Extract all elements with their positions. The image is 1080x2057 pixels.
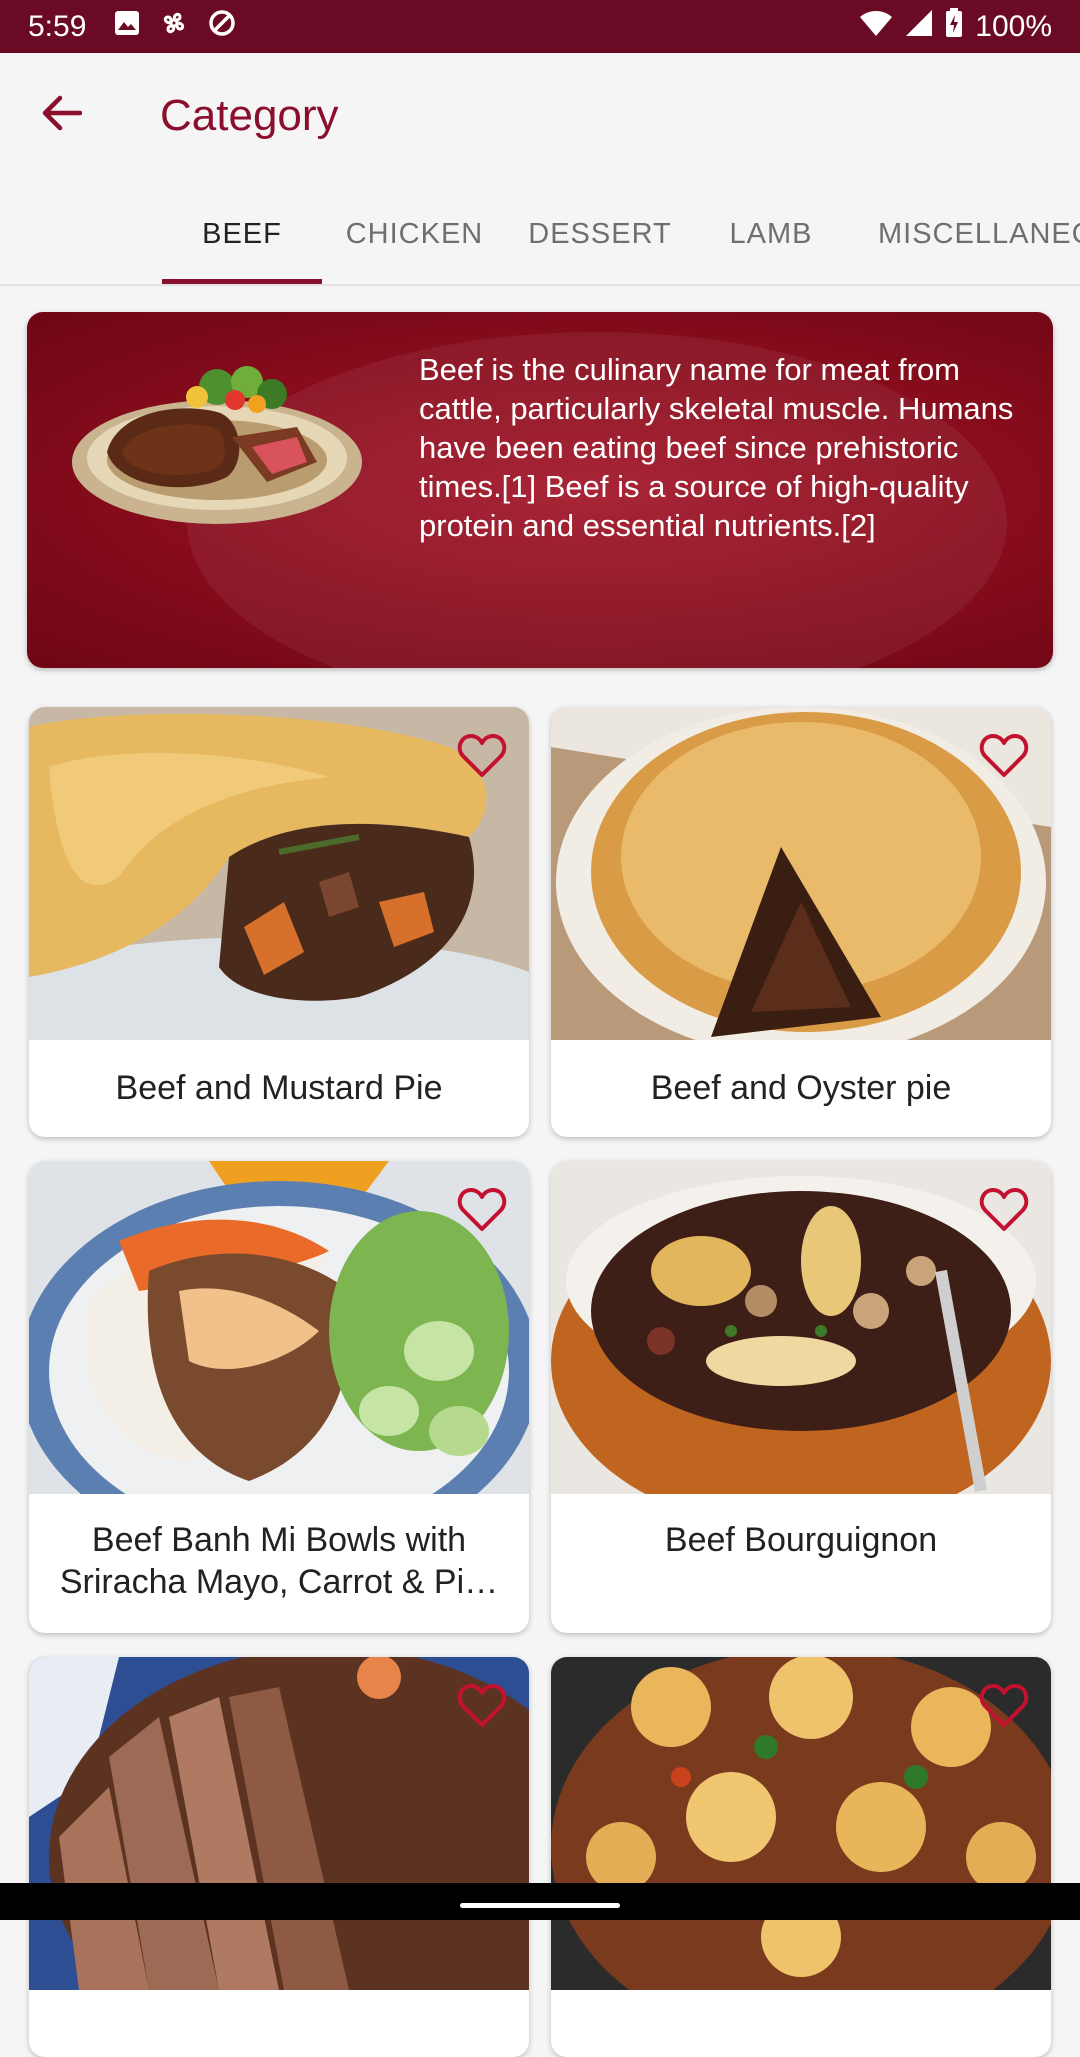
recipe-card[interactable] — [29, 1657, 529, 2057]
category-banner: Beef is the culinary name for meat from … — [27, 312, 1053, 668]
status-bar: 5:59 100% — [0, 0, 1080, 53]
heart-outline-icon[interactable] — [457, 1187, 507, 1233]
tab-chicken[interactable]: CHICKEN — [337, 183, 492, 284]
recipe-name: Beef Bourguignon — [664, 1521, 938, 1559]
pinwheel-icon — [160, 9, 188, 44]
system-nav-bar — [0, 1883, 1080, 1920]
heart-outline-icon[interactable] — [457, 733, 507, 779]
app-bar: Category — [0, 53, 1080, 183]
status-time: 5:59 — [28, 9, 87, 43]
no-sign-icon — [208, 9, 236, 44]
recipe-card[interactable]: Beef and Mustard Pie — [29, 707, 529, 1137]
back-button[interactable] — [30, 81, 94, 145]
recipe-photo — [551, 1161, 1051, 1494]
recipe-name: Beef Banh Mi Bowls with Sriracha Mayo, C… — [59, 1521, 499, 1601]
recipe-card[interactable] — [551, 1657, 1051, 2057]
tab-lamb[interactable]: LAMB — [700, 183, 842, 284]
heart-outline-icon[interactable] — [979, 1187, 1029, 1233]
battery-percent: 100% — [975, 9, 1052, 43]
battery-icon — [945, 7, 963, 46]
recipe-photo — [29, 707, 529, 1040]
recipe-photo — [551, 1657, 1051, 1990]
home-gesture-handle[interactable] — [460, 1903, 620, 1908]
wifi-icon — [859, 9, 893, 45]
recipe-card[interactable]: Beef Banh Mi Bowls with Sriracha Mayo, C… — [29, 1161, 529, 1633]
heart-outline-icon[interactable] — [979, 1683, 1029, 1729]
recipe-card[interactable]: Beef Bourguignon — [551, 1161, 1051, 1633]
steak-plate-image — [72, 366, 362, 524]
tab-beef[interactable]: BEEF — [162, 183, 322, 284]
tab-dessert[interactable]: DESSERT — [520, 183, 680, 284]
recipe-photo — [551, 707, 1051, 1040]
recipe-name: Beef and Mustard Pie — [115, 1069, 443, 1107]
recipe-name: Beef and Oyster pie — [650, 1069, 952, 1107]
recipe-photo — [29, 1657, 529, 1990]
signal-icon — [905, 9, 933, 45]
image-icon — [114, 10, 140, 43]
page-title: Category — [160, 91, 339, 140]
heart-outline-icon[interactable] — [979, 733, 1029, 779]
recipe-card[interactable]: Beef and Oyster pie — [551, 707, 1051, 1137]
category-description: Beef is the culinary name for meat from … — [419, 352, 1014, 543]
tab-miscellaneous[interactable]: MISCELLANEOUS — [878, 183, 1080, 284]
recipe-photo — [29, 1161, 529, 1494]
heart-outline-icon[interactable] — [457, 1683, 507, 1729]
tab-indicator — [162, 279, 322, 284]
category-tabs: BEEF CHICKEN DESSERT LAMB MISCELLANEOUS — [0, 183, 1080, 286]
arrow-back-icon — [42, 95, 82, 131]
